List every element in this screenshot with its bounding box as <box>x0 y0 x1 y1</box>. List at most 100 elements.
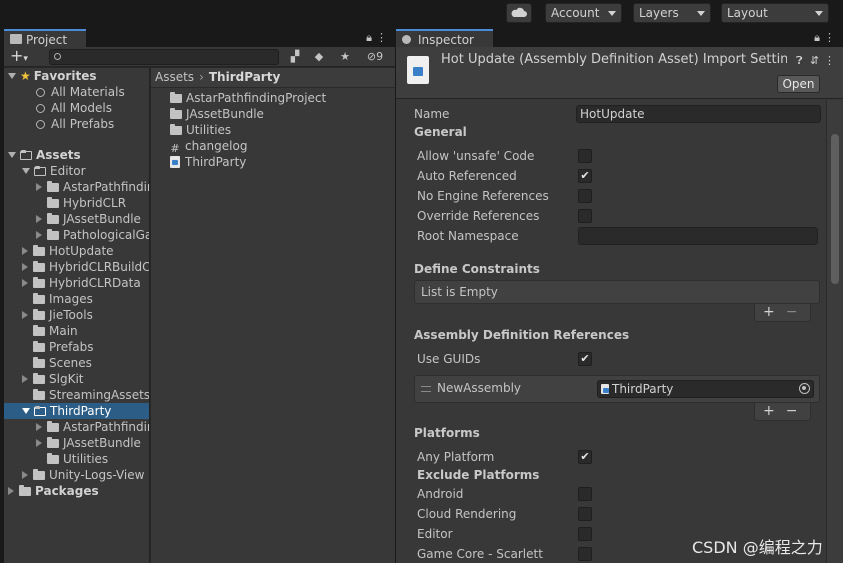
tree-item-label: AstarPathfindin <box>63 420 150 434</box>
breadcrumb-current[interactable]: ThirdParty <box>209 70 280 84</box>
lock-icon[interactable]: 🔒︎ <box>814 31 824 44</box>
tree-item-folder[interactable]: SlgKit <box>22 371 83 387</box>
folder-open-icon <box>20 150 32 160</box>
chevron-right-icon[interactable] <box>36 423 42 431</box>
plus-icon[interactable]: + <box>763 403 786 419</box>
platform-checkbox[interactable] <box>578 507 592 521</box>
tree-item-all-prefabs[interactable]: All Prefabs <box>36 116 114 132</box>
chevron-down-icon[interactable] <box>22 408 30 414</box>
tree-item-folder[interactable]: HybridCLRBuildC <box>22 259 149 275</box>
breadcrumb-assets[interactable]: Assets <box>155 70 194 84</box>
tree-item-folder[interactable]: JAssetBundle <box>36 211 141 227</box>
folder-icon <box>47 421 59 432</box>
chevron-right-icon[interactable] <box>22 279 28 287</box>
minus-icon[interactable]: − <box>786 403 809 419</box>
window-menu[interactable]: 🔒︎⋮ <box>814 31 839 45</box>
tree-item-folder[interactable]: HybridCLR <box>47 195 126 211</box>
chevron-right-icon[interactable] <box>36 215 42 223</box>
kebab-menu-icon[interactable]: ⋮ <box>376 31 391 44</box>
tree-item-folder[interactable]: HybridCLRData <box>22 275 141 291</box>
name-field[interactable]: HotUpdate <box>576 105 821 123</box>
inspector-body: Name HotUpdate General Allow 'unsafe' Co… <box>396 100 826 563</box>
create-button[interactable]: +▾ <box>10 48 36 66</box>
open-button[interactable]: Open <box>777 75 820 93</box>
chevron-right-icon[interactable] <box>36 439 42 447</box>
hidden-packages-toggle[interactable]: ⊘9 <box>361 49 389 65</box>
tree-item-folder[interactable]: PathologicalGa <box>36 227 149 243</box>
tree-item-folder[interactable]: HotUpdate <box>22 243 114 259</box>
tree-item-all-materials[interactable]: All Materials <box>36 84 125 100</box>
object-picker-icon[interactable] <box>799 383 810 394</box>
tree-item-folder[interactable]: Prefabs <box>33 339 94 355</box>
list-item[interactable]: AstarPathfindingProject <box>170 90 326 106</box>
search-by-type-icon[interactable]: ▞ <box>285 49 305 65</box>
layers-dropdown[interactable]: Layers <box>633 3 711 23</box>
chevron-right-icon[interactable] <box>36 183 42 191</box>
inspector-scrollbar[interactable] <box>826 100 843 563</box>
chevron-down-icon <box>608 11 616 16</box>
allow-unsafe-checkbox[interactable] <box>578 149 592 163</box>
minus-icon[interactable]: − <box>786 304 809 320</box>
scrollbar-thumb[interactable] <box>831 134 839 284</box>
layout-dropdown[interactable]: Layout <box>721 3 829 23</box>
tree-item-folder[interactable]: Main <box>33 323 78 339</box>
chevron-right-icon[interactable] <box>22 375 28 383</box>
search-by-label-icon[interactable]: ◆ <box>309 49 329 65</box>
tree-item-folder[interactable]: Utilities <box>47 451 108 467</box>
kebab-menu-icon[interactable]: ⋮ <box>824 31 839 44</box>
search-input[interactable] <box>49 49 279 65</box>
folder-icon <box>47 437 59 448</box>
list-item[interactable]: Utilities <box>170 122 231 138</box>
chevron-right-icon[interactable] <box>36 231 42 239</box>
drag-handle-icon[interactable] <box>421 386 431 392</box>
chevron-down-icon[interactable] <box>8 73 16 79</box>
tree-item-packages[interactable]: Packages <box>8 483 99 499</box>
chevron-right-icon[interactable] <box>22 263 28 271</box>
any-platform-checkbox[interactable]: ✔ <box>578 450 592 464</box>
list-item[interactable]: # changelog <box>170 138 247 155</box>
tree-item-folder[interactable]: Unity-Logs-View <box>22 467 144 483</box>
account-dropdown[interactable]: Account <box>545 3 622 23</box>
preset-icon[interactable]: ⇵ <box>810 54 819 67</box>
tree-item-thirdparty[interactable]: ThirdParty <box>4 403 149 419</box>
auto-referenced-checkbox[interactable]: ✔ <box>578 169 592 183</box>
root-namespace-field[interactable] <box>578 227 818 245</box>
chevron-right-icon[interactable] <box>22 247 28 255</box>
tree-item-assets[interactable]: Assets <box>8 147 81 163</box>
window-menu[interactable]: 🔒︎⋮ <box>366 31 391 45</box>
chevron-right-icon[interactable] <box>22 471 28 479</box>
tree-item-favorites[interactable]: ★ Favorites <box>8 68 96 84</box>
tree-item-editor[interactable]: Editor <box>22 163 86 179</box>
plus-icon[interactable]: + <box>763 304 786 320</box>
tree-item-folder[interactable]: Images <box>33 291 93 307</box>
list-item[interactable]: JAssetBundle <box>170 106 264 122</box>
chevron-down-icon[interactable] <box>22 168 30 174</box>
tab-project[interactable]: Project <box>4 29 86 47</box>
platform-checkbox[interactable] <box>578 547 592 561</box>
tab-inspector[interactable]: Inspector <box>396 29 493 47</box>
tree-item-folder[interactable]: AstarPathfindin <box>36 419 150 435</box>
tree-item-folder[interactable]: AstarPathfindin <box>36 179 149 195</box>
chevron-right-icon[interactable] <box>22 311 28 319</box>
assembly-refs-add-remove[interactable]: +− <box>754 403 811 421</box>
no-engine-references-checkbox[interactable] <box>578 189 592 203</box>
use-guids-checkbox[interactable]: ✔ <box>578 352 592 366</box>
tree-item-folder[interactable]: JieTools <box>22 307 93 323</box>
tree-item-all-models[interactable]: All Models <box>36 100 112 116</box>
chevron-right-icon[interactable] <box>8 487 14 495</box>
kebab-menu-icon[interactable]: ⋮ <box>824 54 835 67</box>
tree-item-folder[interactable]: StreamingAssets <box>33 387 149 403</box>
assembly-ref-field[interactable]: ThirdParty <box>597 380 814 398</box>
chevron-down-icon[interactable] <box>8 152 16 158</box>
override-references-checkbox[interactable] <box>578 209 592 223</box>
tree-item-folder[interactable]: JAssetBundle <box>36 435 141 451</box>
define-constraints-add-remove[interactable]: +− <box>754 304 811 322</box>
platform-checkbox[interactable] <box>578 487 592 501</box>
help-icon[interactable]: ❓︎ <box>796 54 803 68</box>
list-item[interactable]: ThirdParty <box>170 154 246 170</box>
favorites-star-icon[interactable]: ★ <box>335 49 355 65</box>
cloud-button[interactable] <box>506 3 532 23</box>
platform-checkbox[interactable] <box>578 527 592 541</box>
lock-icon[interactable]: 🔒︎ <box>366 31 376 44</box>
tree-item-folder[interactable]: Scenes <box>33 355 92 371</box>
